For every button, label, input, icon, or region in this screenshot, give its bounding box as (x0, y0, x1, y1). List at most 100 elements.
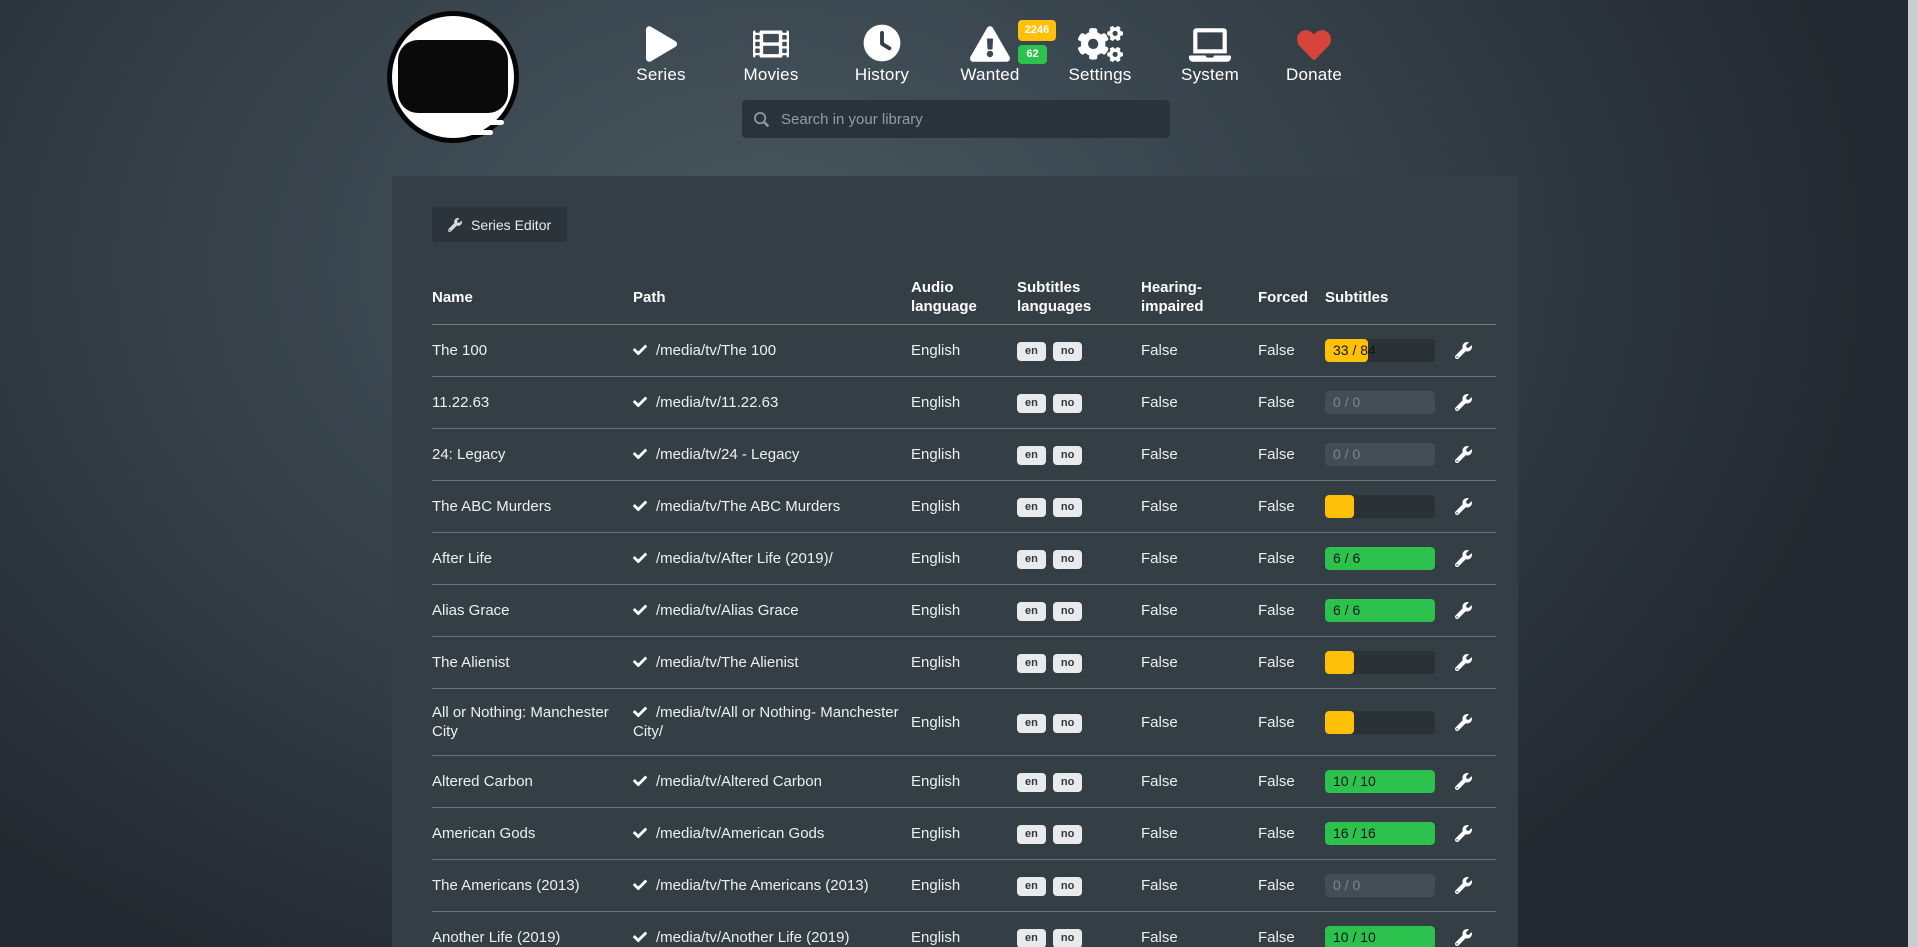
edit-series-button[interactable] (1455, 394, 1472, 411)
subtitle-languages: enno (1017, 548, 1141, 569)
table-row: All or Nothing: Manchester City /media/t… (432, 688, 1496, 755)
audio-language-value: English (911, 824, 1017, 843)
table-row: Another Life (2019) /media/tv/Another Li… (432, 911, 1496, 947)
subtitles-progress-bar: 6 / 6 (1325, 599, 1435, 622)
series-name-link[interactable]: The Americans (2013) (432, 877, 580, 894)
progress-label: 10 / 10 (1333, 770, 1376, 793)
edit-series-button[interactable] (1455, 498, 1472, 515)
subtitles-progress-bar (1325, 711, 1435, 734)
edit-series-button[interactable] (1455, 602, 1472, 619)
series-name-link[interactable]: The 100 (432, 342, 487, 359)
series-name-link[interactable]: 11.22.63 (432, 394, 489, 411)
subtitle-languages: enno (1017, 496, 1141, 517)
edit-series-button[interactable] (1455, 825, 1472, 842)
series-name-link[interactable]: Altered Carbon (432, 773, 533, 790)
series-path: /media/tv/After Life (2019)/ (656, 550, 833, 567)
progress-fill (1325, 711, 1354, 734)
library-search (742, 100, 1170, 138)
table-row: American Gods /media/tv/American Gods En… (432, 807, 1496, 859)
wrench-icon (1455, 877, 1472, 894)
nav-item-settings[interactable]: Settings (1055, 18, 1145, 98)
language-badge: en (1017, 550, 1046, 569)
wrench-icon (1455, 394, 1472, 411)
progress-label: 10 / 10 (1333, 926, 1376, 947)
subtitles-progress-bar: 33 / 84 (1325, 339, 1435, 362)
edit-series-button[interactable] (1455, 342, 1472, 359)
series-path: /media/tv/The Americans (2013) (656, 877, 869, 894)
wrench-icon (1455, 446, 1472, 463)
forced-value: False (1258, 497, 1325, 516)
wrench-icon (1455, 342, 1472, 359)
logo-subtitle-line-2 (439, 130, 493, 135)
wrench-icon (448, 218, 462, 232)
table-row: 11.22.63 /media/tv/11.22.63 English enno… (432, 376, 1496, 428)
wrench-icon (1455, 929, 1472, 946)
series-name-link[interactable]: Alias Grace (432, 602, 510, 619)
forced-value: False (1258, 876, 1325, 895)
search-input[interactable] (779, 110, 1158, 129)
nav-item-donate[interactable]: Donate (1269, 18, 1359, 98)
hearing-impaired-value: False (1141, 601, 1258, 620)
nav-label: Settings (1055, 65, 1145, 85)
series-name-link[interactable]: The ABC Murders (432, 498, 551, 515)
language-badge: no (1053, 602, 1082, 621)
progress-label: 0 / 0 (1333, 443, 1360, 466)
series-editor-button[interactable]: Series Editor (432, 207, 567, 242)
subtitles-progress-bar: 6 / 6 (1325, 547, 1435, 570)
nav-item-movies[interactable]: Movies (726, 18, 816, 98)
heart-icon (1269, 18, 1359, 62)
language-badge: en (1017, 446, 1046, 465)
progress-fill (1325, 651, 1354, 674)
language-badge: no (1053, 825, 1082, 844)
edit-series-button[interactable] (1455, 714, 1472, 731)
nav-item-wanted[interactable]: Wanted 2246 62 (945, 18, 1035, 98)
language-badge: no (1053, 446, 1082, 465)
nav-item-series[interactable]: Series (616, 18, 706, 98)
forced-value: False (1258, 928, 1325, 947)
edit-series-button[interactable] (1455, 877, 1472, 894)
hearing-impaired-value: False (1141, 928, 1258, 947)
progress-label: 16 / 16 (1333, 822, 1376, 845)
check-icon (633, 655, 647, 669)
edit-series-button[interactable] (1455, 929, 1472, 946)
wrench-icon (1455, 550, 1472, 567)
edit-series-button[interactable] (1455, 773, 1472, 790)
subtitles-progress-bar: 0 / 0 (1325, 391, 1435, 414)
language-badge: no (1053, 394, 1082, 413)
language-badge: no (1053, 550, 1082, 569)
hearing-impaired-value: False (1141, 876, 1258, 895)
table-body: The 100 /media/tv/The 100 English enno F… (432, 325, 1496, 947)
nav-item-system[interactable]: System (1165, 18, 1255, 98)
hearing-impaired-value: False (1141, 393, 1258, 412)
audio-language-value: English (911, 928, 1017, 947)
edit-series-button[interactable] (1455, 654, 1472, 671)
series-name-link[interactable]: American Gods (432, 825, 535, 842)
series-name-link[interactable]: 24: Legacy (432, 446, 505, 463)
series-name-link[interactable]: Another Life (2019) (432, 929, 560, 946)
forced-value: False (1258, 393, 1325, 412)
hearing-impaired-value: False (1141, 772, 1258, 791)
audio-language-value: English (911, 497, 1017, 516)
subtitles-progress-bar: 10 / 10 (1325, 770, 1435, 793)
series-name-link[interactable]: The Alienist (432, 654, 510, 671)
table-row: The ABC Murders /media/tv/The ABC Murder… (432, 480, 1496, 532)
hearing-impaired-value: False (1141, 713, 1258, 732)
check-icon (633, 551, 647, 565)
edit-series-button[interactable] (1455, 446, 1472, 463)
nav-label: Wanted (945, 65, 1035, 85)
table-row: 24: Legacy /media/tv/24 - Legacy English… (432, 428, 1496, 480)
audio-language-value: English (911, 393, 1017, 412)
forced-value: False (1258, 824, 1325, 843)
film-icon (726, 18, 816, 62)
edit-series-button[interactable] (1455, 550, 1472, 567)
vertical-scrollbar[interactable] (1908, 0, 1918, 947)
progress-label: 0 / 0 (1333, 874, 1360, 897)
hearing-impaired-value: False (1141, 549, 1258, 568)
nav-item-history[interactable]: History (837, 18, 927, 98)
series-name-link[interactable]: After Life (432, 550, 492, 567)
series-path: /media/tv/24 - Legacy (656, 446, 799, 463)
series-name-link[interactable]: All or Nothing: Manchester City (432, 704, 609, 740)
content-panel: Series Editor Name Path Audio language S… (392, 176, 1518, 947)
check-icon (633, 603, 647, 617)
language-badge: no (1053, 342, 1082, 361)
